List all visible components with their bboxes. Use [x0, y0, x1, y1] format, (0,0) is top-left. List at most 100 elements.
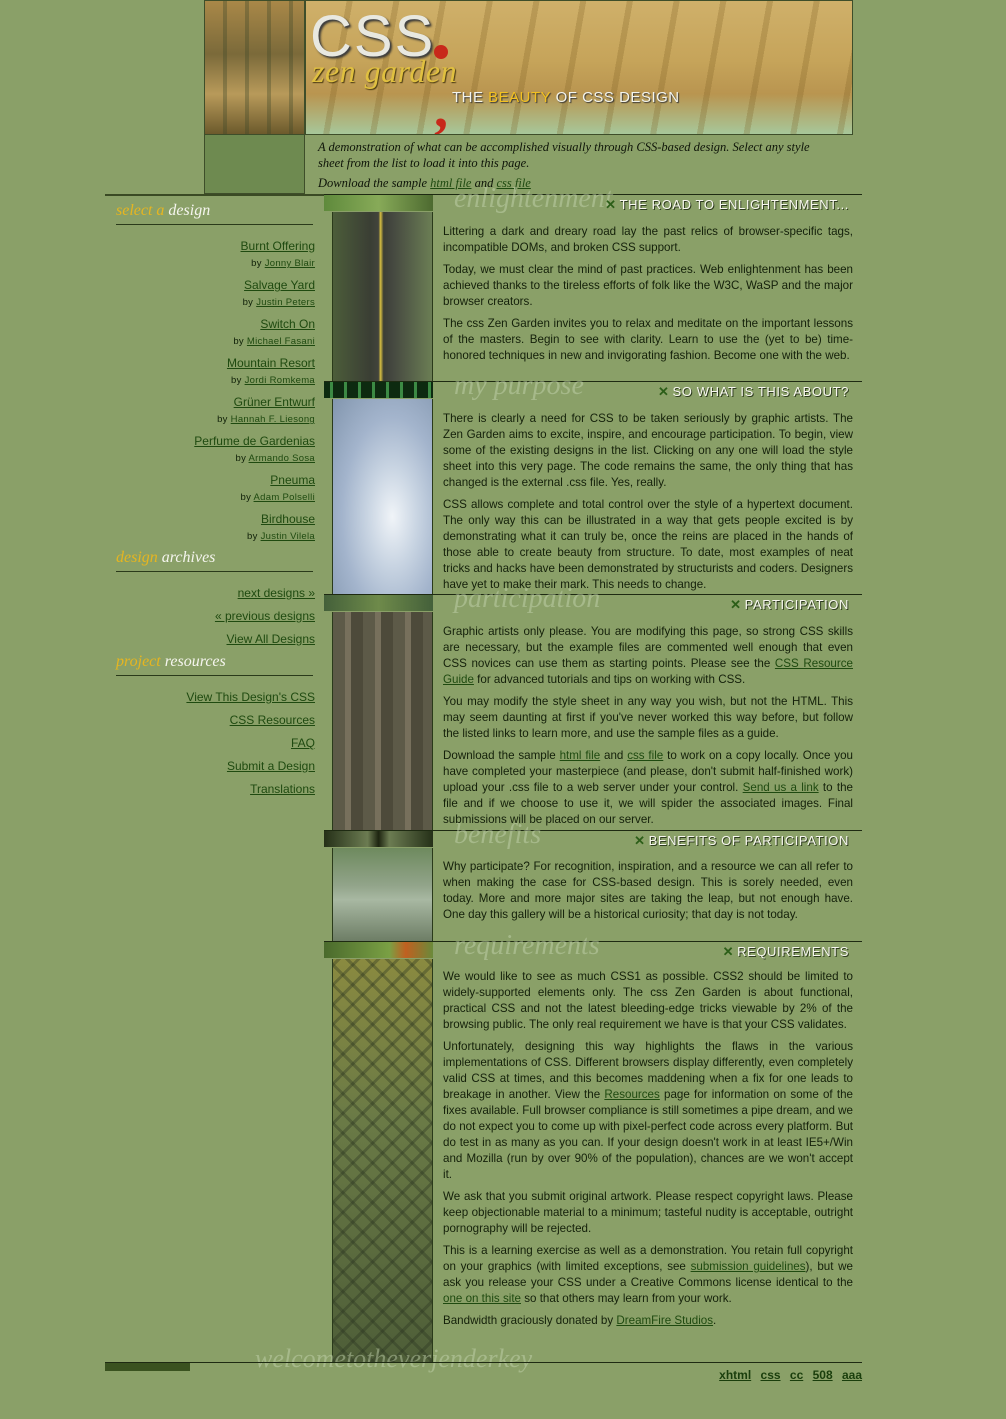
heading-word-1: select a — [116, 202, 165, 219]
design-item: Perfume de Gardenias by Armando Sosa — [110, 434, 315, 473]
aaa-link[interactable]: aaa — [842, 1368, 862, 1382]
section-photo-tab — [324, 942, 433, 958]
translations-link[interactable]: Translations — [250, 782, 315, 796]
css-resources-link[interactable]: CSS Resources — [230, 713, 315, 727]
section-body: Littering a dark and dreary road lay the… — [443, 224, 853, 370]
cc-license-link[interactable]: cc — [790, 1368, 803, 1382]
xhtml-validator-link[interactable]: xhtml — [719, 1368, 751, 1382]
archive-item: « previous designs — [110, 609, 315, 632]
project-resources-heading: project resources — [116, 653, 313, 676]
resource-item: Translations — [110, 782, 315, 805]
author-link[interactable]: Justin Vilela — [261, 531, 315, 542]
by-label: by — [233, 336, 244, 347]
html-file-link[interactable]: html file — [560, 749, 601, 762]
paragraph: The css Zen Garden invites you to relax … — [443, 317, 853, 362]
section-enlightenment: enlightenment ✕ THE ROAD TO ENLIGHTENMENT… — [324, 183, 862, 382]
footer-links: xhtml css cc 508 aaa — [700, 1368, 862, 1382]
508-link[interactable]: 508 — [813, 1368, 833, 1382]
archive-item: next designs » — [110, 586, 315, 609]
author-link[interactable]: Michael Fasani — [247, 336, 315, 347]
sky-photo — [332, 399, 433, 595]
footer-ghost-text: welcometotheverjenderkey — [255, 1344, 533, 1373]
paragraph: You may modify the style sheet in any wa… — [443, 695, 853, 740]
road-photo — [332, 212, 433, 382]
site-header: CSS zen garden , THE BEAUTY OF CSS DESIG… — [305, 0, 853, 135]
css-file-link[interactable]: css file — [627, 749, 663, 762]
paragraph: Graphic artists only please. You are mod… — [443, 624, 853, 688]
faq-link[interactable]: FAQ — [291, 736, 315, 750]
leaf-icon: ✕ — [634, 833, 646, 848]
design-archives-heading: design archives — [116, 549, 313, 572]
section-about: my purpose ✕ SO WHAT IS THIS ABOUT? There… — [324, 370, 862, 595]
design-item: Pneuma by Adam Polselli — [110, 473, 315, 512]
design-item: Grüner Entwurf by Hannah F. Liesong — [110, 395, 315, 434]
section-body: There is clearly a need for CSS to be ta… — [443, 411, 853, 599]
author-link[interactable]: Jordi Romkema — [245, 375, 315, 386]
paragraph: Unfortunately, designing this way highli… — [443, 1039, 853, 1183]
text: Bandwidth graciously donated by — [443, 1314, 614, 1327]
section-ghost-text: enlightenment — [454, 183, 613, 214]
design-byline: by Jonny Blair — [251, 258, 315, 269]
text: . — [713, 1314, 717, 1327]
design-link[interactable]: Perfume de Gardenias — [110, 434, 315, 448]
section-title: ✕ SO WHAT IS THIS ABOUT? — [658, 384, 849, 400]
design-link[interactable]: Salvage Yard — [110, 278, 315, 292]
resource-item: CSS Resources — [110, 713, 315, 736]
design-byline: by Jordi Romkema — [231, 375, 315, 386]
section-ghost-text: my purpose — [454, 370, 584, 401]
select-design-heading: select a design — [116, 202, 313, 225]
design-link[interactable]: Mountain Resort — [110, 356, 315, 370]
tagline-the: THE — [452, 89, 484, 106]
text: for advanced tutorials and tips on worki… — [477, 673, 746, 686]
css-validator-link[interactable]: css — [761, 1368, 781, 1382]
submit-design-link[interactable]: Submit a Design — [227, 759, 315, 773]
design-byline: by Armando Sosa — [235, 453, 315, 464]
dreamfire-link[interactable]: DreamFire Studios — [616, 1314, 713, 1327]
heading-word-1: design — [116, 549, 158, 566]
by-label: by — [251, 258, 262, 269]
next-designs-link[interactable]: next designs » — [238, 586, 315, 600]
logo-tagline: THE BEAUTY OF CSS DESIGN — [452, 89, 680, 106]
submission-guidelines-link[interactable]: submission guidelines — [691, 1260, 806, 1273]
heading-word-2: resources — [164, 653, 226, 670]
design-link[interactable]: Birdhouse — [110, 512, 315, 526]
section-photo-tab — [324, 595, 433, 611]
author-link[interactable]: Justin Peters — [256, 297, 315, 308]
section-title-text: THE ROAD TO ENLIGHTENMENT... — [619, 197, 849, 212]
section-title: ✕ THE ROAD TO ENLIGHTENMENT... — [605, 197, 849, 213]
paragraph: CSS allows complete and total control ov… — [443, 498, 853, 591]
design-link[interactable]: Switch On — [110, 317, 315, 331]
by-label: by — [230, 375, 242, 386]
previous-designs-link[interactable]: « previous designs — [215, 609, 315, 623]
section-requirements: requirements ✕ REQUIREMENTS We would like… — [324, 930, 862, 1363]
paragraph: Why participate? For recognition, inspir… — [443, 860, 853, 921]
design-link[interactable]: Grüner Entwurf — [110, 395, 315, 409]
section-title: ✕ PARTICIPATION — [730, 597, 849, 613]
section-photo-tab — [324, 195, 433, 211]
text: Download the sample — [443, 749, 556, 762]
design-byline: by Justin Vilela — [247, 531, 315, 542]
paragraph: This is a learning exercise as well as a… — [443, 1243, 853, 1307]
heading-word-2: design — [168, 202, 211, 219]
send-link[interactable]: Send us a link — [743, 781, 819, 794]
author-link[interactable]: Armando Sosa — [249, 453, 315, 464]
header-side-block — [204, 135, 305, 194]
logo-red-comma: , — [434, 78, 448, 135]
by-label: by — [217, 414, 228, 425]
view-all-designs-link[interactable]: View All Designs — [227, 632, 316, 646]
author-link[interactable]: Hannah F. Liesong — [231, 414, 315, 425]
section-title: ✕ BENEFITS OF PARTICIPATION — [634, 833, 849, 849]
author-link[interactable]: Jonny Blair — [265, 258, 315, 269]
design-byline: by Michael Fasani — [233, 336, 315, 347]
design-item: Switch On by Michael Fasani — [110, 317, 315, 356]
by-label: by — [242, 297, 254, 308]
design-link[interactable]: Burnt Offering — [110, 239, 315, 253]
design-item: Salvage Yard by Justin Peters — [110, 278, 315, 317]
resources-link[interactable]: Resources — [604, 1088, 659, 1101]
license-link[interactable]: one on this site — [443, 1292, 521, 1305]
section-body: Why participate? For recognition, inspir… — [443, 859, 853, 929]
heading-word-1: project — [116, 653, 161, 670]
design-link[interactable]: Pneuma — [110, 473, 315, 487]
view-css-link[interactable]: View This Design's CSS — [186, 690, 315, 704]
author-link[interactable]: Adam Polselli — [254, 492, 315, 503]
